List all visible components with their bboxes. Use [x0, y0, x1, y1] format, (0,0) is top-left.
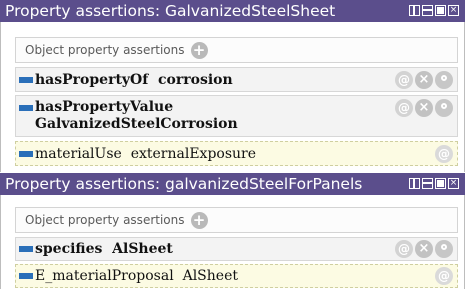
- property-value: corrosion: [158, 72, 233, 88]
- add-icon[interactable]: +: [190, 211, 208, 229]
- assertion-row[interactable]: specifies AlSheet @ ×: [15, 237, 458, 261]
- annotate-icon[interactable]: @: [395, 71, 413, 89]
- property-name: hasPropertyOf: [35, 72, 149, 88]
- panel-title: Property assertions: galvanizedSteelForP…: [5, 175, 363, 193]
- property-icon: [19, 273, 33, 279]
- property-name: hasPropertyValue: [35, 99, 174, 115]
- property-name: E_materialProposal: [35, 268, 174, 284]
- section-label: Object property assertions: [25, 43, 185, 57]
- edit-icon[interactable]: [435, 71, 453, 89]
- window-controls: ×: [409, 5, 459, 17]
- split-icon[interactable]: [422, 178, 433, 189]
- property-icon: [19, 246, 33, 252]
- property-icon: [19, 151, 33, 157]
- delete-icon[interactable]: ×: [415, 99, 433, 117]
- annotate-icon[interactable]: @: [395, 99, 413, 117]
- property-icon: [19, 105, 33, 111]
- panel-title-bar: Property assertions: galvanizedSteelForP…: [0, 173, 465, 195]
- property-value: AlSheet: [182, 268, 238, 284]
- row-actions: @ ×: [395, 99, 453, 117]
- panel-content: Object property assertions + hasProperty…: [0, 22, 465, 172]
- delete-icon[interactable]: ×: [415, 71, 433, 89]
- property-name: materialUse: [35, 146, 122, 162]
- panel-title: Property assertions: GalvanizedSteelShee…: [5, 2, 336, 20]
- section-header: Object property assertions +: [15, 207, 458, 233]
- close-icon[interactable]: ×: [448, 178, 459, 189]
- assertion-text: hasPropertyValue GalvanizedSteelCorrosio…: [35, 99, 375, 133]
- annotate-icon[interactable]: @: [395, 240, 413, 258]
- assertion-row[interactable]: hasPropertyOf corrosion @ ×: [15, 67, 458, 92]
- assertion-text: materialUse externalExposure: [35, 146, 256, 162]
- section-label: Object property assertions: [25, 213, 185, 227]
- assertion-text: E_materialProposal AlSheet: [35, 268, 238, 284]
- maximize-icon[interactable]: [435, 5, 446, 16]
- maximize-icon[interactable]: [435, 178, 446, 189]
- tile-icon[interactable]: [409, 5, 420, 16]
- inferred-row[interactable]: materialUse externalExposure @: [15, 141, 458, 166]
- property-value: externalExposure: [130, 146, 257, 162]
- row-actions: @: [435, 145, 453, 163]
- tile-icon[interactable]: [409, 178, 420, 189]
- annotate-icon[interactable]: @: [435, 145, 453, 163]
- assertion-text: hasPropertyOf corrosion: [35, 72, 233, 88]
- edit-icon[interactable]: [435, 99, 453, 117]
- add-icon[interactable]: +: [190, 41, 208, 59]
- row-actions: @: [435, 267, 453, 285]
- assertion-text: specifies AlSheet: [35, 241, 173, 257]
- row-actions: @ ×: [395, 71, 453, 89]
- property-value: GalvanizedSteelCorrosion: [35, 116, 238, 132]
- annotate-icon[interactable]: @: [435, 267, 453, 285]
- section-header: Object property assertions +: [15, 37, 458, 63]
- close-icon[interactable]: ×: [448, 5, 459, 16]
- property-name: specifies: [35, 241, 103, 257]
- property-value: AlSheet: [112, 241, 173, 257]
- split-icon[interactable]: [422, 5, 433, 16]
- panel-title-bar: Property assertions: GalvanizedSteelShee…: [0, 0, 465, 22]
- property-icon: [19, 77, 33, 83]
- assertion-row[interactable]: hasPropertyValue GalvanizedSteelCorrosio…: [15, 95, 458, 137]
- panel-content: Object property assertions + specifies A…: [0, 195, 465, 289]
- window-controls: ×: [409, 178, 459, 190]
- edit-icon[interactable]: [435, 240, 453, 258]
- inferred-row[interactable]: E_materialProposal AlSheet @: [15, 264, 458, 288]
- delete-icon[interactable]: ×: [415, 240, 433, 258]
- row-actions: @ ×: [395, 240, 453, 258]
